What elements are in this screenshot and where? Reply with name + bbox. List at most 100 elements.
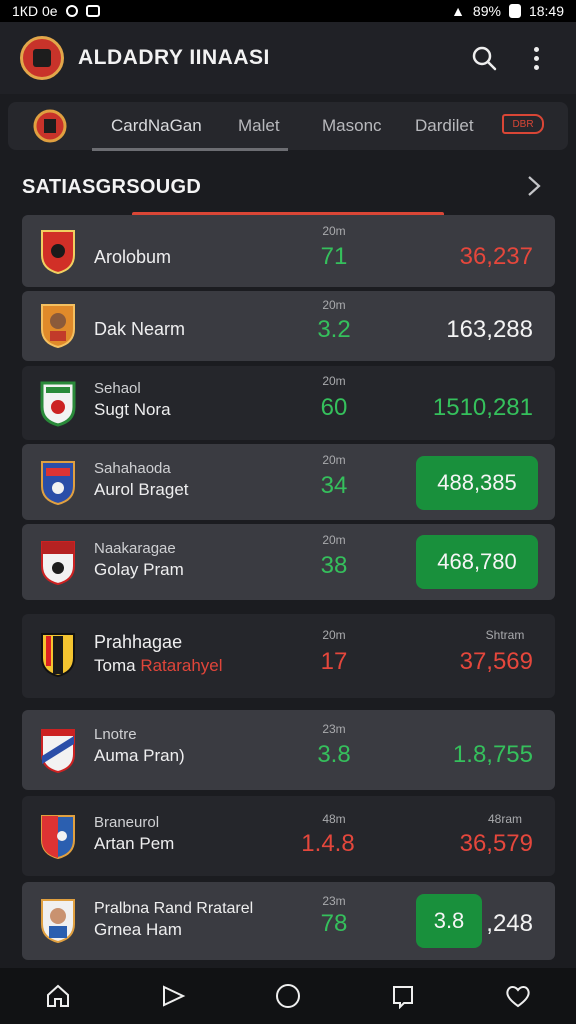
row-stat-label: 48m xyxy=(322,812,346,826)
row-right-value: 163,288 xyxy=(446,316,533,343)
more-vert-icon xyxy=(533,46,539,70)
team-subtitle: Braneurol xyxy=(94,814,160,831)
nav-recents-button[interactable] xyxy=(381,974,425,1018)
row-mid-value: 3.2 xyxy=(317,316,351,343)
row-right-value: ,248 xyxy=(486,910,533,937)
tab-badge[interactable]: DBR xyxy=(502,114,544,134)
battery-icon xyxy=(508,4,521,18)
team-name: Artan Pem xyxy=(94,834,175,853)
team-name: Toma Ratarahyel xyxy=(94,656,223,676)
team-crest-icon xyxy=(41,729,75,774)
player-avatar-icon xyxy=(41,899,75,944)
section-title: SATIASGRSOUGD xyxy=(22,176,202,198)
row-mid-value: 38 xyxy=(320,552,348,579)
team-name-accent: Ratarahyel xyxy=(140,656,223,675)
bottom-nav xyxy=(0,968,576,1024)
list-item[interactable]: Prahhagae Toma Ratarahyel 20m 17 Shtram … xyxy=(22,614,555,698)
team-subtitle: Lnotre xyxy=(94,726,137,743)
circle-icon xyxy=(275,984,300,1008)
team-crest-icon xyxy=(40,381,76,427)
signal-icon: ▲ xyxy=(451,3,465,19)
team-subtitle: Naakaragae xyxy=(94,540,176,557)
row-right-value: 36,579 xyxy=(459,830,533,857)
row-stat-label: 20m xyxy=(322,453,346,467)
team-name: Dak Nearm xyxy=(94,319,186,339)
row-stat-label: 23m xyxy=(322,894,346,908)
tab-3[interactable]: Dardilet xyxy=(415,116,474,136)
list-item[interactable]: Pralbna Rand Rratarel Grnea Ham 23m 78 3… xyxy=(22,882,555,960)
team-subtitle: Pralbna Rand Rratarel xyxy=(94,900,254,917)
app-title: ALDADRY IINAASI xyxy=(78,46,270,69)
status-right: ▲ 89% 18:49 xyxy=(451,3,564,19)
nav-favorites-button[interactable] xyxy=(496,974,540,1018)
clock-time: 18:49 xyxy=(528,3,564,19)
player-avatar-icon xyxy=(41,304,75,349)
more-options-button[interactable] xyxy=(516,38,556,78)
row-right-value: 36,237 xyxy=(459,243,533,270)
battery-level: 89% xyxy=(472,3,501,19)
tabs-bar: CardNaGan Malet Masonc Dardilet xyxy=(8,102,568,150)
team-name: Aurol Braget xyxy=(94,480,189,499)
row-right-value: 1.8,755 xyxy=(452,741,533,768)
tab-2[interactable]: Masonc xyxy=(322,116,382,136)
club-crest-icon[interactable] xyxy=(30,106,70,146)
square-icon xyxy=(393,986,414,1009)
nav-home-button[interactable] xyxy=(36,974,80,1018)
row-mid-value: 71 xyxy=(320,243,348,270)
list-item[interactable]: Naakaragae Golay Pram 20m 38 468,780 xyxy=(22,524,555,600)
row-mid-value: 17 xyxy=(320,648,348,675)
list-item[interactable]: Arolobum 20m 71 36,237 xyxy=(22,215,555,287)
active-tab-indicator xyxy=(92,148,288,151)
row-mid-value: 78 xyxy=(320,910,348,937)
tab-1[interactable]: Malet xyxy=(238,116,280,136)
team-crest-icon xyxy=(41,230,75,275)
row-stat-label: 20m xyxy=(322,628,346,642)
list-item[interactable]: Dak Nearm 20m 3.2 163,288 xyxy=(22,291,555,361)
team-subtitle: Sahahaoda xyxy=(94,460,171,477)
tab-0[interactable]: CardNaGan xyxy=(111,116,202,136)
row-stat-label: 20m xyxy=(322,298,346,312)
team-name: Golay Pram xyxy=(94,560,184,579)
nav-home-circle-button[interactable] xyxy=(266,974,310,1018)
row-right-value: 37,569 xyxy=(459,648,533,675)
home-icon xyxy=(46,984,69,1007)
nav-back-button[interactable] xyxy=(151,974,195,1018)
status-left: 1КD 0e xyxy=(12,3,100,19)
app-logo[interactable] xyxy=(20,36,64,80)
row-stat-label: 23m xyxy=(322,722,346,736)
row-right-value-highlight: 468,780 xyxy=(416,535,538,589)
team-crest-icon xyxy=(41,541,75,586)
chevron-right-icon[interactable] xyxy=(522,174,546,198)
row-mid-value: 3.8 xyxy=(317,741,351,768)
list-item[interactable]: Sehaol Sugt Nora 20m 60 1510,281 xyxy=(22,366,555,440)
status-bar: 1КD 0e ▲ 89% 18:49 xyxy=(0,0,576,22)
team-crest-icon xyxy=(41,461,75,506)
search-icon xyxy=(472,46,497,71)
team-subtitle: Prahhagae xyxy=(94,632,183,652)
row-right-stat-label: 48ram xyxy=(487,812,522,826)
play-icon xyxy=(162,985,186,1007)
team-name-part: Toma xyxy=(94,656,136,675)
team-name: Auma Pran) xyxy=(94,746,185,765)
list-item[interactable]: Sahahaoda Aurol Braget 20m 34 488,385 xyxy=(22,444,555,520)
row-right-value-highlight: 3.8 xyxy=(416,894,482,948)
search-button[interactable] xyxy=(464,38,504,78)
row-mid-value: 1.4.8 xyxy=(301,830,355,857)
row-stat-label: 20m xyxy=(322,224,346,238)
team-crest-icon xyxy=(41,815,75,860)
list-item[interactable]: Braneurol Artan Pem 48m 1.4.8 48ram 36,5… xyxy=(22,796,555,876)
team-name: Sugt Nora xyxy=(94,400,171,419)
row-mid-value: 34 xyxy=(320,472,348,499)
row-right-value-highlight: 488,385 xyxy=(416,456,538,510)
image-icon xyxy=(85,5,100,17)
row-right-value: 1510,281 xyxy=(432,394,533,421)
row-stat-label: 20m xyxy=(322,374,346,388)
team-crest-icon xyxy=(41,633,75,678)
row-stat-label: 20m xyxy=(322,533,346,547)
list-item[interactable]: Lnotre Auma Pran) 23m 3.8 1.8,755 xyxy=(22,710,555,790)
row-mid-value: 60 xyxy=(320,394,348,421)
heart-icon xyxy=(506,986,531,1008)
team-subtitle: Sehaol xyxy=(94,380,141,397)
status-left-text: 1КD 0e xyxy=(12,3,58,19)
team-name: Grnea Ham xyxy=(94,920,182,939)
